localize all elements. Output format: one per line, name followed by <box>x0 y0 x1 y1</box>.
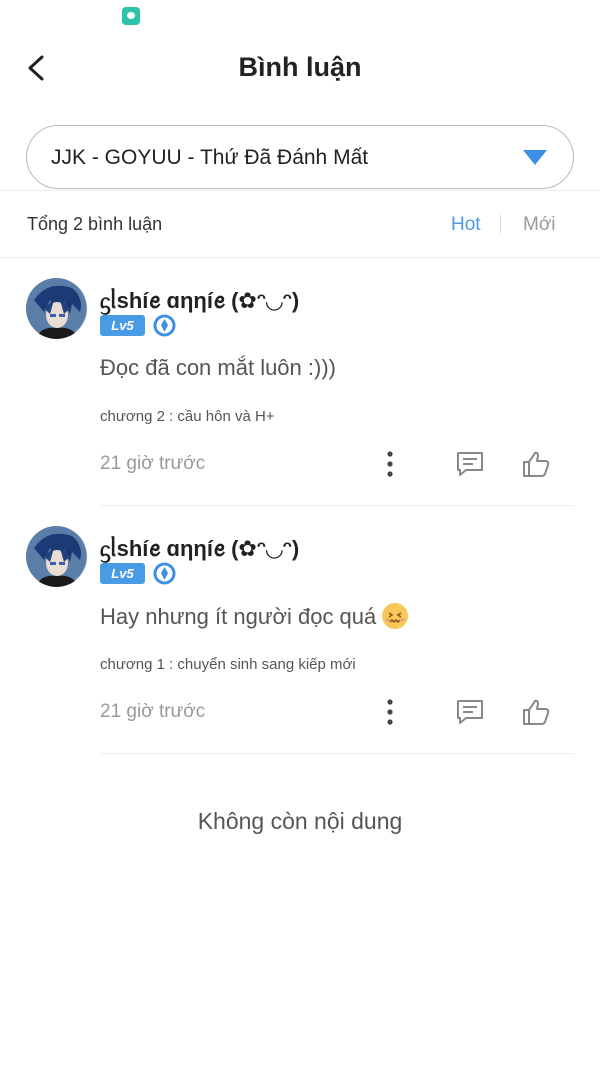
like-button[interactable] <box>520 448 552 480</box>
comment-item: ᦓᥣshíꫀ ɑηηíꫀ (✿ᵔ◡ᵔ) Lv5 Hay nhưng ít ngư… <box>0 506 600 754</box>
story-select-value: JJK - GOYUU - Thứ Đã Đánh Mất <box>51 146 369 169</box>
comment-text: Đọc đã con mắt luôn :))) <box>100 355 336 380</box>
comment-item: ᦓᥣshíꫀ ɑηηíꫀ (✿ᵔ◡ᵔ) Lv5 Đọc đã con mắt l… <box>0 258 600 506</box>
more-icon <box>387 699 393 725</box>
caret-down-icon <box>523 150 547 165</box>
sort-toolbar: Tổng 2 bình luận Hot Mới <box>0 197 600 257</box>
story-select-dropdown[interactable]: JJK - GOYUU - Thứ Đã Đánh Mất <box>26 125 574 189</box>
header: Bình luận <box>0 32 600 104</box>
avatar[interactable] <box>26 278 87 339</box>
comment-divider <box>100 753 574 754</box>
sort-new-tab[interactable]: Mới <box>523 214 556 236</box>
like-button[interactable] <box>520 696 552 728</box>
level-badge: Lv5 <box>100 563 145 584</box>
chapter-link[interactable]: chương 2 : cầu hôn và H+ <box>100 408 275 425</box>
sort-hot-tab[interactable]: Hot <box>451 214 481 236</box>
divider <box>0 190 600 191</box>
avatar[interactable] <box>26 526 87 587</box>
more-button[interactable] <box>378 696 402 728</box>
reply-icon <box>457 452 483 476</box>
more-icon <box>387 451 393 477</box>
page-title: Bình luận <box>238 52 362 82</box>
reply-button[interactable] <box>454 448 486 480</box>
comment-text: Hay nhưng ít người đọc quá <box>100 603 409 630</box>
comment-time: 21 giờ trước <box>100 701 206 722</box>
comment-time: 21 giờ trước <box>100 453 206 474</box>
like-icon <box>523 699 550 725</box>
chat-notification-icon <box>122 7 140 25</box>
sort-separator <box>500 215 501 233</box>
confounded-face-emoji-icon <box>382 603 409 629</box>
level-badge: Lv5 <box>100 315 145 336</box>
status-bar <box>0 0 600 32</box>
chapter-link[interactable]: chương 1 : chuyển sinh sang kiếp mới <box>100 656 356 673</box>
more-button[interactable] <box>378 448 402 480</box>
like-icon <box>523 451 550 477</box>
end-of-list-label: Không còn nội dung <box>197 808 403 834</box>
diamond-rank-icon <box>153 562 176 585</box>
reply-button[interactable] <box>454 696 486 728</box>
diamond-rank-icon <box>153 314 176 337</box>
reply-icon <box>457 700 483 724</box>
total-comments-label: Tổng 2 bình luận <box>27 214 163 234</box>
